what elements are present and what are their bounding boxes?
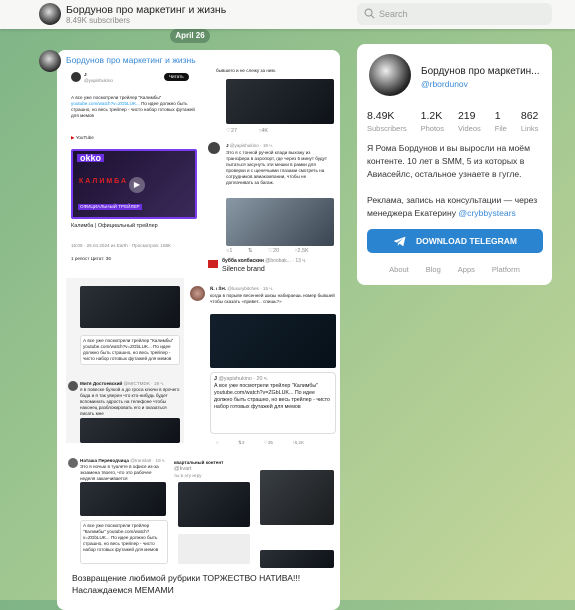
tweet-text: А все уже посмотрели трейлер "Калимбы" <box>71 95 162 100</box>
manager-link[interactable]: @crybbystears <box>458 208 515 218</box>
tweet-main: J @yapishukino Читать А все уже посмотре… <box>66 66 201 276</box>
tweet-avatar <box>71 72 81 82</box>
footer-link-about[interactable]: About <box>389 265 409 274</box>
quoted-tweet: А все уже посмотрели трейлер "Калимбы" y… <box>80 335 180 365</box>
download-telegram-button[interactable]: DOWNLOAD TELEGRAM <box>367 229 543 253</box>
channel-title[interactable]: Бордунов про маркетинг и жизнь <box>66 4 226 16</box>
tweet-text: Это я с тонной ручной клади выхожу из тр… <box>226 150 327 185</box>
tweet-avatar <box>208 142 220 154</box>
tweet-text: когда в порыве весенней шизы набираешь н… <box>210 293 335 304</box>
play-icon: ▶ <box>129 177 145 193</box>
tweet-screenshot: А все уже посмотрели трейлер "Калимбы" y… <box>66 278 184 443</box>
tweet-kvartal: квартальный контент @kvart ты в эту игру <box>174 458 254 568</box>
follow-button: Читать <box>164 73 189 81</box>
source-label: YouTube <box>75 135 94 140</box>
channel-info-card: Бордунов про маркетин... @rbordunov 8.49… <box>357 44 552 285</box>
search-placeholder: Search <box>379 9 408 19</box>
tweet-stats: ○1 ⇅ ♡20 ↑2,5K <box>226 248 309 254</box>
profile-title: Бордунов про маркетин... <box>421 66 540 77</box>
tweet-thread: бывшего и не слежу за ним. ♡27 ↑4K J @ya… <box>206 66 338 278</box>
description-paragraph-1: Я Рома Бордунов и вы выросли на моём кон… <box>367 143 530 179</box>
video-badge: ОФИЦИАЛЬНЫЙ ТРЕЙЛЕР <box>78 204 142 210</box>
tweet-avatar <box>190 286 205 301</box>
tweet-image <box>80 482 166 516</box>
stat-videos: 219 Videos <box>457 110 481 133</box>
footer-links: About Blog Apps Platform <box>357 265 552 274</box>
stat-links: 862 Links <box>520 110 539 133</box>
chat-header: Бордунов про маркетинг и жизнь 8.49K sub… <box>0 0 575 29</box>
tweet-image <box>226 79 334 124</box>
channel-avatar[interactable] <box>39 3 61 25</box>
tweet-image <box>210 314 336 368</box>
tweet-image <box>178 482 250 527</box>
tweet-luxury: Ñ. ı ŠH. @luxurybitches · 15 ч. когда в … <box>186 284 338 454</box>
tweet-link: youtube.com/watch?v=ZGbLUK... <box>71 101 140 106</box>
footer-link-blog[interactable]: Blog <box>426 265 441 274</box>
message-caption: Возвращение любимой рубрики ТОРЖЕСТВО НА… <box>72 572 337 596</box>
tweet-stats: ♡27 ↑4K <box>226 128 269 134</box>
caption-line-2: Наслаждаемся МЕМАМИ <box>72 585 174 595</box>
tweet-handle: @kvart <box>174 466 192 472</box>
profile-handle[interactable]: @rbordunov <box>421 79 468 89</box>
download-label: DOWNLOAD TELEGRAM <box>415 236 518 246</box>
tweet-handle: @yapishukino <box>84 78 113 83</box>
tweet-image <box>80 418 180 443</box>
profile-description: Я Рома Бордунов и вы выросли на моём кон… <box>367 142 547 220</box>
tweet-text: бывшего и не слежу за ним. <box>216 68 276 73</box>
footer-link-platform[interactable]: Platform <box>492 265 520 274</box>
stat-subscribers: 8.49K Subscribers <box>367 110 407 133</box>
video-title: КАЛИМБА <box>79 178 129 185</box>
footer-link-apps[interactable]: Apps <box>458 265 475 274</box>
tweet-avatar <box>208 260 218 268</box>
message-author[interactable]: Бордунов про маркетинг и жизнь <box>66 55 196 65</box>
tweet-meta: 15:05 · 25.04.2024 из Earth · Просмотров… <box>71 243 172 248</box>
youtube-source: ▶ YouTube <box>71 135 94 140</box>
telegram-icon <box>393 236 406 246</box>
views-count: 2,5K <box>297 248 309 254</box>
caption-line-1: Возвращение любимой рубрики ТОРЖЕСТВО НА… <box>72 573 301 583</box>
message-bubble: Бордунов про маркетинг и жизнь J @yapish… <box>57 50 340 610</box>
okko-logo: okko <box>77 154 105 163</box>
search-icon <box>364 8 375 19</box>
meme-collage-image[interactable]: J @yapishukino Читать А все уже посмотре… <box>66 66 338 568</box>
tweet-images <box>256 458 338 568</box>
tweet-image <box>226 198 334 246</box>
tweet-image <box>80 286 180 328</box>
search-input[interactable]: Search <box>357 3 552 25</box>
profile-avatar <box>369 54 411 96</box>
tweet-reposts: 1 репост Цитат: 36 <box>71 256 111 261</box>
profile-stats: 8.49K Subscribers 1.2K Photos 219 Videos 1F… <box>367 110 552 133</box>
tweet-natasha: Наташа Переводчица @translatr · 19 ч. Эт… <box>66 456 171 568</box>
message-avatar[interactable] <box>39 50 61 72</box>
subscriber-count: 8.49K subscribers <box>66 16 131 25</box>
card-title: Калимба | Официальный трейлер <box>71 223 158 229</box>
video-thumbnail: okko КАЛИМБА ▶ ОФИЦИАЛЬНЫЙ ТРЕЙЛЕР <box>71 149 197 219</box>
tweet-text: Silence brand <box>222 266 265 273</box>
date-pill: April 26 <box>170 29 210 43</box>
stat-photos: 1.2K Photos <box>420 110 444 133</box>
stat-files: 1 File <box>494 110 507 133</box>
